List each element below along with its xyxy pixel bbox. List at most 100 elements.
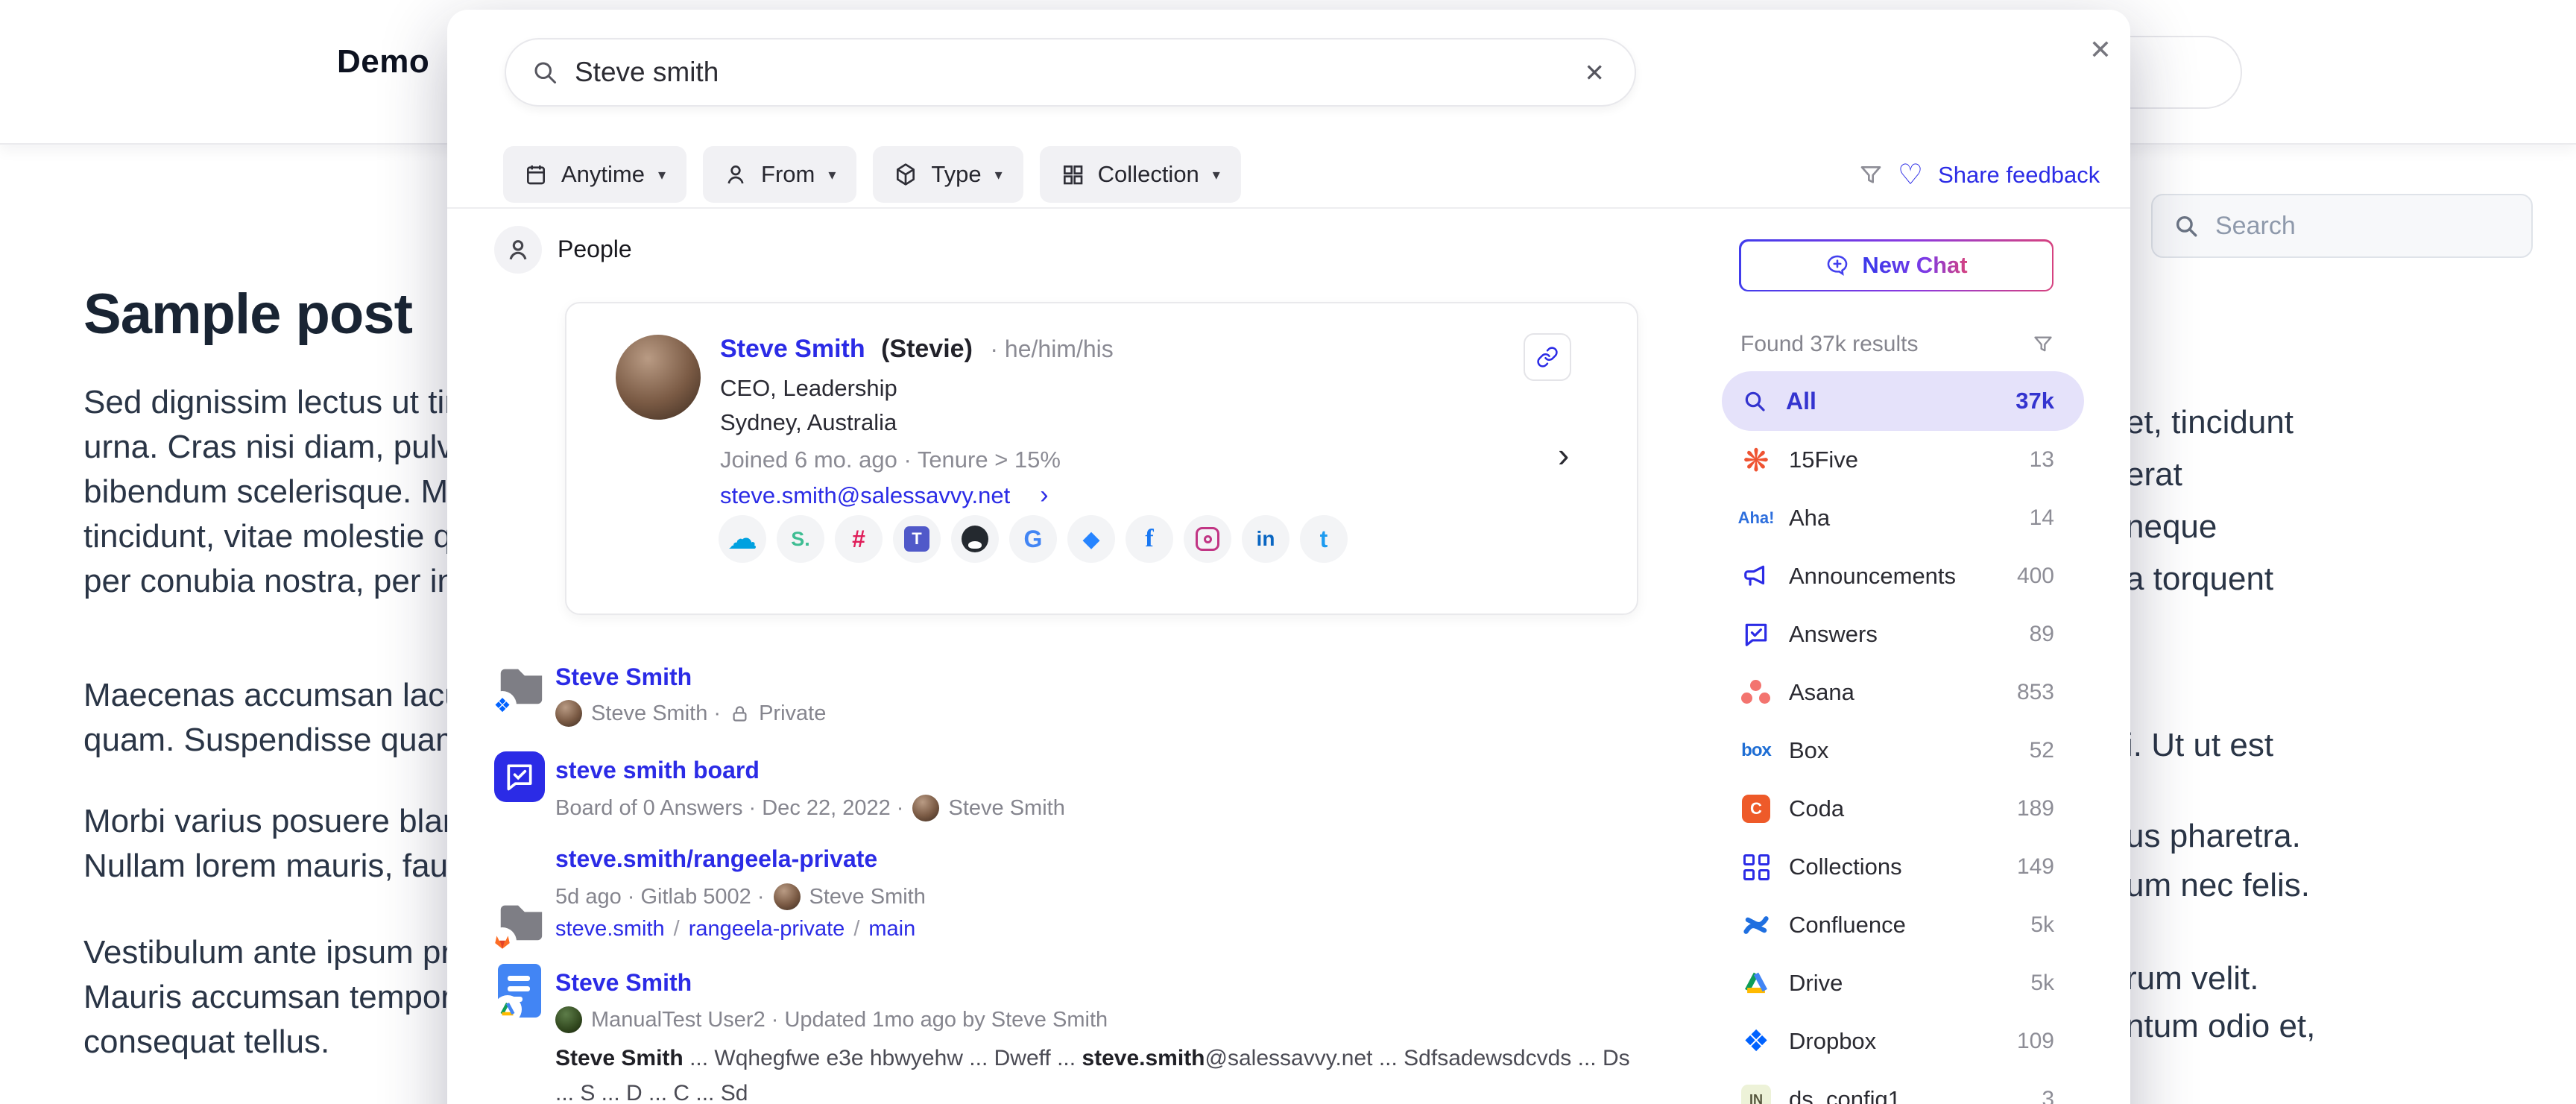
search-icon <box>2174 213 2199 239</box>
results-count-row: Found 37k results <box>1740 332 2053 357</box>
facet-asana[interactable]: Asana 853 <box>1722 663 2084 722</box>
expand-person-chevron[interactable]: › <box>1558 435 1569 475</box>
filter-label: Anytime <box>561 161 645 188</box>
people-section-icon <box>494 226 542 274</box>
microsoft-teams-icon[interactable]: T <box>893 515 941 563</box>
person-name-link[interactable]: Steve Smith <box>720 335 865 363</box>
avatar <box>555 700 582 727</box>
chevron-down-icon: ▾ <box>658 165 666 184</box>
facet-label: All <box>1786 388 1996 415</box>
result-icon-gdoc[interactable] <box>498 964 541 1018</box>
person-icon <box>505 237 531 262</box>
person-email-link[interactable]: steve.smith@salessavvy.net <box>720 482 1010 509</box>
modal-search-bar[interactable]: ✕ <box>505 38 1636 107</box>
background-side-search[interactable] <box>2151 194 2533 258</box>
close-icon[interactable]: ✕ <box>2080 29 2121 71</box>
result-visibility: Private <box>759 701 826 726</box>
post-line-fragment: ntum odio et, <box>2126 1008 2315 1045</box>
facet-answers[interactable]: Answers 89 <box>1722 605 2084 663</box>
facebook-icon[interactable]: f <box>1126 515 1173 563</box>
breadcrumb-segment[interactable]: rangeela-private <box>689 917 845 941</box>
megaphone-icon <box>1738 562 1774 590</box>
facet-15five[interactable]: ❋ 15Five 13 <box>1722 431 2084 489</box>
github-icon[interactable] <box>951 515 999 563</box>
result-title[interactable]: Steve Smith <box>555 969 692 997</box>
post-line-fragment: us pharetra. <box>2126 818 2301 855</box>
result-title[interactable]: Steve Smith <box>555 663 692 691</box>
post-line-fragment: a torquent <box>2126 561 2273 598</box>
share-feedback-link[interactable]: Share feedback <box>1938 162 2100 189</box>
grid-icon <box>1061 163 1085 186</box>
breadcrumb-separator: / <box>674 917 680 941</box>
result-title[interactable]: steve smith board <box>555 757 760 784</box>
twitter-icon[interactable]: t <box>1300 515 1348 563</box>
new-chat-label: New Chat <box>1862 252 1967 279</box>
breadcrumb-segment[interactable]: main <box>868 917 915 941</box>
chevron-right-icon[interactable]: › <box>1040 481 1048 510</box>
brand-logo[interactable]: Demo <box>337 43 429 81</box>
filter-funnel-icon[interactable] <box>2033 334 2053 355</box>
calendar-icon <box>524 163 548 186</box>
facet-ds-config1[interactable]: IN ds_config1 3 <box>1722 1070 2084 1104</box>
post-paragraph: Maecenas accumsan lacus s quam. Suspendi… <box>83 673 508 763</box>
person-name-row: Steve Smith (Stevie) · he/him/his <box>720 335 1114 364</box>
person-tenure: Joined 6 mo. ago · Tenure > 15% <box>720 447 1061 473</box>
filter-chip-row: Anytime ▾ From ▾ Type ▾ Collection ▾ <box>503 146 1241 203</box>
person-social-apps: ☁ S. # T G ◆ f in t <box>719 515 1348 563</box>
fifteenfive-icon: ❋ <box>1738 442 1774 479</box>
facet-dropbox[interactable]: ❖ Dropbox 109 <box>1722 1012 2084 1070</box>
facet-announcements[interactable]: Announcements 400 <box>1722 547 2084 605</box>
post-paragraph: Vestibulum ante ipsum prim Mauris accums… <box>83 930 488 1064</box>
snippet-highlight: Steve Smith <box>555 1046 684 1070</box>
new-chat-button[interactable]: New Chat <box>1739 239 2053 291</box>
result-meta: Board of 0 Answers · Dec 22, 2022 · Stev… <box>555 795 1065 821</box>
breadcrumb-segment[interactable]: steve.smith <box>555 917 665 941</box>
result-owner: Steve Smith <box>948 796 1064 821</box>
facet-all-selected[interactable]: All 37k <box>1722 371 2084 431</box>
instagram-icon[interactable] <box>1184 515 1231 563</box>
google-icon[interactable]: G <box>1009 515 1057 563</box>
background-search-input[interactable] <box>2215 212 2510 241</box>
share-feedback-row: ♡ Share feedback <box>1859 156 2100 195</box>
people-section-header: People <box>558 236 632 263</box>
copy-link-button[interactable] <box>1524 333 1571 381</box>
facet-coda[interactable]: C Coda 189 <box>1722 780 2084 838</box>
search-icon <box>1743 389 1767 413</box>
jira-icon[interactable]: ◆ <box>1067 515 1115 563</box>
facet-confluence[interactable]: Confluence 5k <box>1722 896 2084 954</box>
facet-aha[interactable]: Aha! Aha 14 <box>1722 489 2084 547</box>
result-icon-folder-dropbox[interactable]: ❖ <box>494 658 548 712</box>
chat-check-icon <box>503 760 536 793</box>
salesforce-icon[interactable]: ☁ <box>719 515 766 563</box>
result-icon-folder-gitlab[interactable] <box>494 895 548 948</box>
post-title: Sample post <box>83 282 412 347</box>
modal-search-input[interactable] <box>575 57 1563 88</box>
filter-collection[interactable]: Collection ▾ <box>1040 146 1241 203</box>
facet-drive[interactable]: Drive 5k <box>1722 954 2084 1012</box>
filter-from[interactable]: From ▾ <box>703 146 856 203</box>
person-location: Sydney, Australia <box>720 409 897 436</box>
result-icon-answers-board[interactable] <box>494 751 545 802</box>
filter-funnel-icon[interactable] <box>1859 163 1883 187</box>
facet-list: ❋ 15Five 13 Aha! Aha 14 Announcements 40… <box>1722 431 2084 1104</box>
chat-sparkle-icon <box>1825 253 1850 278</box>
post-line-fragment: neque <box>2126 508 2217 546</box>
clear-search-icon[interactable]: ✕ <box>1579 54 1609 92</box>
person-icon <box>724 163 748 186</box>
facet-count: 37k <box>2015 388 2054 414</box>
person-job-title: CEO, Leadership <box>720 375 897 402</box>
filter-type[interactable]: Type ▾ <box>873 146 1023 203</box>
post-paragraph: Sed dignissim lectus ut tinci urna. Cras… <box>83 380 497 604</box>
result-meta-text: 5d ago · Gitlab 5002 · <box>555 885 765 909</box>
facet-collections[interactable]: Collections 149 <box>1722 838 2084 896</box>
simpplr-icon[interactable]: S. <box>777 515 824 563</box>
slack-icon[interactable]: # <box>835 515 883 563</box>
linkedin-icon[interactable]: in <box>1242 515 1289 563</box>
result-title[interactable]: steve.smith/rangeela-private <box>555 845 877 873</box>
type-cube-icon <box>894 163 918 186</box>
lock-icon <box>730 704 750 724</box>
filter-anytime[interactable]: Anytime ▾ <box>503 146 686 203</box>
person-email-row: steve.smith@salessavvy.net › <box>720 481 1049 510</box>
facet-box[interactable]: box Box 52 <box>1722 722 2084 780</box>
avatar[interactable] <box>616 335 701 420</box>
